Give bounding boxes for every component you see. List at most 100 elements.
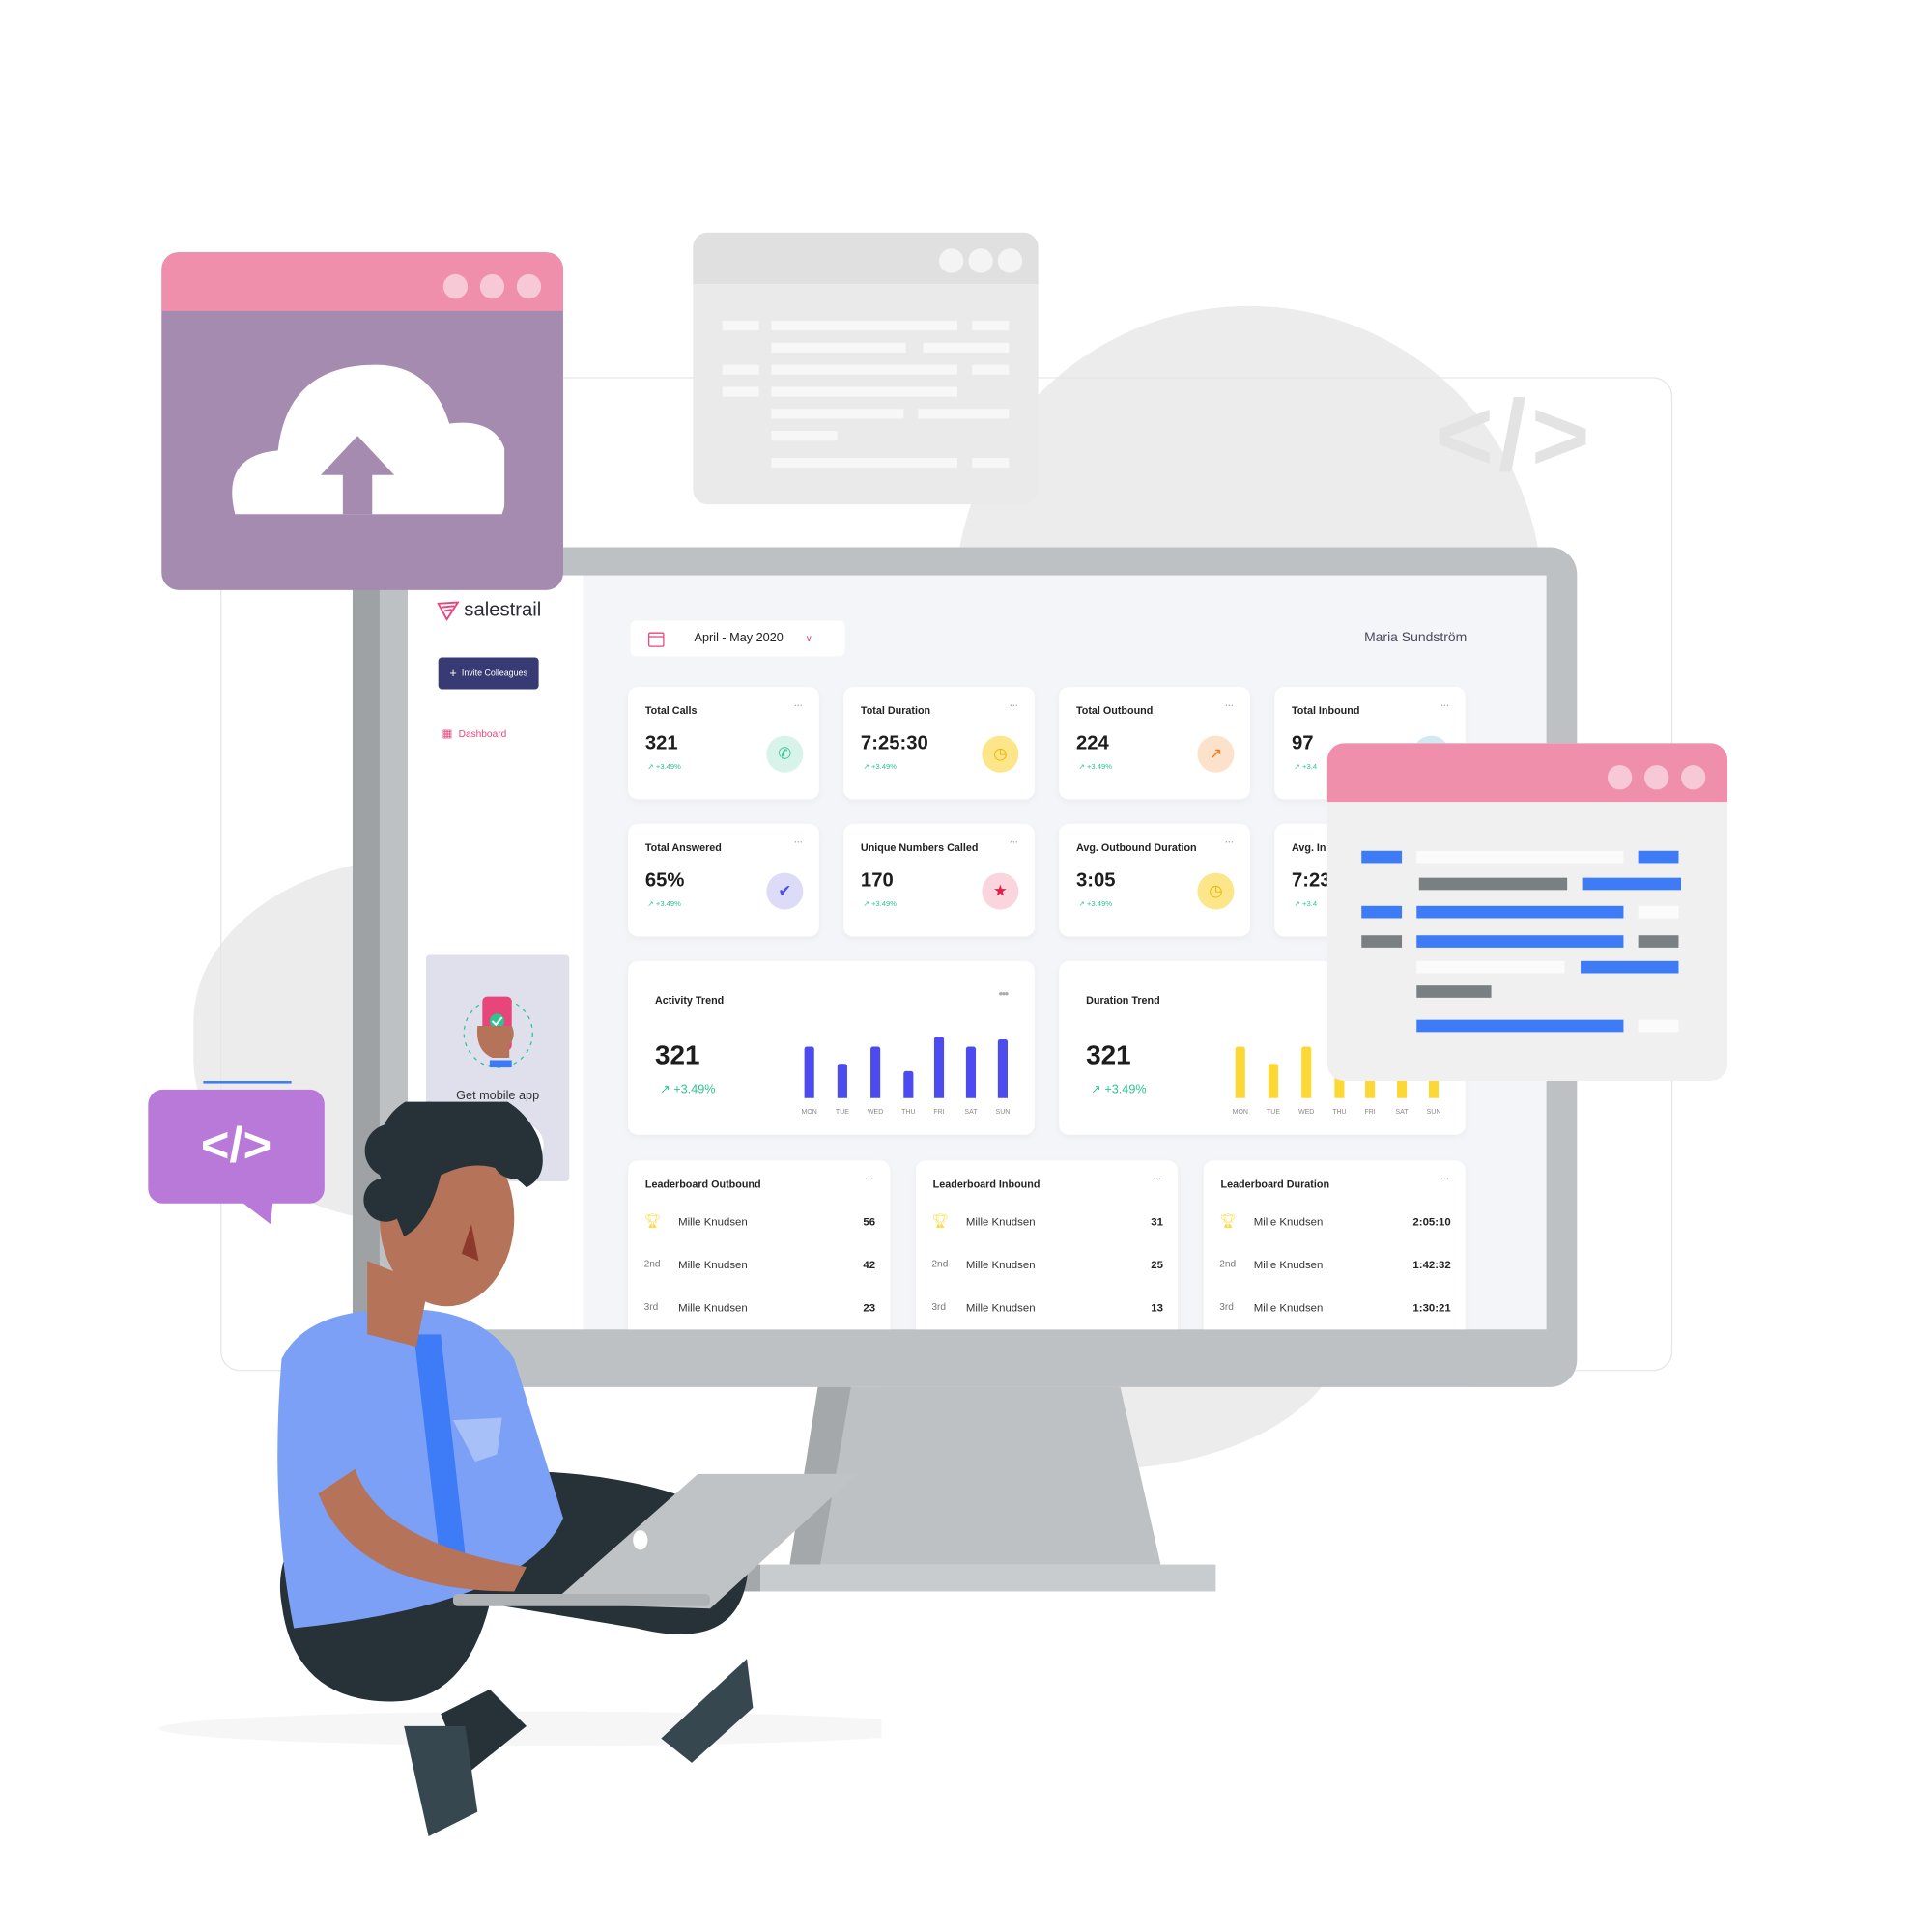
bar-wed bbox=[1301, 1046, 1312, 1098]
chevron-down-icon: ∨ bbox=[805, 633, 813, 644]
trend-title: Duration Trend bbox=[1086, 994, 1160, 1007]
stat-title: Total Inbound bbox=[1292, 703, 1360, 717]
stat-title: Avg. In bbox=[1292, 840, 1326, 854]
trend-value: 321 bbox=[655, 1038, 700, 1070]
day-label: SAT bbox=[1395, 1109, 1409, 1117]
person-with-laptop bbox=[158, 1101, 882, 1836]
leaderboard-row[interactable]: 🏆︎ Mille Knudsen 31 bbox=[916, 1214, 1178, 1235]
logo-text: salestrail bbox=[464, 599, 542, 621]
more-options-icon[interactable]: ··· bbox=[1440, 699, 1449, 713]
stat-value: 170 bbox=[860, 870, 894, 892]
stat-card: Total Duration ··· 7:25:30 ↗ +3.49% ◷ bbox=[843, 686, 1035, 800]
agent-name: Mille Knudsen bbox=[965, 1301, 1036, 1314]
stat-value: 7:23 bbox=[1292, 870, 1331, 892]
invite-label: Invite Colleagues bbox=[461, 668, 527, 678]
trend-value: 321 bbox=[1086, 1038, 1131, 1070]
stat-value: 97 bbox=[1292, 733, 1314, 754]
leaderboard-row[interactable]: 2nd Mille Knudsen 25 bbox=[916, 1259, 1178, 1278]
logo[interactable]: salestrail bbox=[437, 600, 541, 622]
bar-sun bbox=[997, 1038, 1008, 1098]
bar-fri bbox=[933, 1037, 945, 1098]
leaderboard-row[interactable]: 3rd Mille Knudsen 13 bbox=[916, 1301, 1178, 1321]
cloud-upload-icon bbox=[232, 364, 505, 515]
stat-value: 65% bbox=[644, 870, 685, 892]
phone-hand-icon bbox=[463, 996, 533, 1068]
stat-change: ↗ +3.4 bbox=[1294, 900, 1318, 909]
rank-label: 2nd bbox=[931, 1258, 949, 1270]
day-label: FRI bbox=[933, 1109, 945, 1117]
stat-change-value: +3.49% bbox=[870, 763, 897, 772]
day-label: MON bbox=[1232, 1109, 1248, 1117]
rank-label: 3rd bbox=[931, 1301, 947, 1313]
day-label: SUN bbox=[995, 1109, 1011, 1117]
stat-change-value: +3.49% bbox=[655, 900, 681, 909]
leaderboard-title: Leaderboard Inbound bbox=[932, 1178, 1041, 1190]
plus-icon: + bbox=[449, 667, 457, 680]
sidebar-item-dashboard[interactable]: ▦ Dashboard bbox=[442, 727, 506, 741]
leaderboard-row[interactable]: 3rd Mille Knudsen 1:30:21 bbox=[1204, 1301, 1466, 1321]
more-options-icon[interactable]: ··· bbox=[1153, 1173, 1162, 1186]
stat-card: Total Calls ··· 321 ↗ +3.49% ✆ bbox=[628, 686, 819, 800]
more-options-icon[interactable]: ··· bbox=[1440, 1173, 1449, 1186]
bar-mon bbox=[1235, 1046, 1245, 1098]
stat-value: 7:25:30 bbox=[860, 733, 928, 754]
leaderboard-row[interactable]: 🏆︎ Mille Knudsen 2:05:10 bbox=[1204, 1214, 1466, 1235]
clock-icon: ◷ bbox=[1197, 872, 1235, 910]
agent-name: Mille Knudsen bbox=[1253, 1215, 1324, 1229]
stat-change-value: +3.49% bbox=[1086, 900, 1113, 909]
stat-change: ↗ +3.49% bbox=[647, 900, 681, 909]
date-range-picker[interactable]: April - May 2020 ∨ bbox=[630, 620, 845, 657]
more-options-icon[interactable]: ··· bbox=[1224, 699, 1234, 713]
user-name[interactable]: Maria Sundström bbox=[1364, 631, 1467, 645]
stat-change-value: +3.4 bbox=[1302, 900, 1318, 909]
stat-card: Total Outbound ··· 224 ↗ +3.49% ↗ bbox=[1059, 686, 1250, 800]
stat-change: ↗ +3.49% bbox=[863, 763, 897, 772]
agent-value: 13 bbox=[1151, 1301, 1163, 1314]
outgoing-call-icon: ↗ bbox=[1197, 735, 1235, 773]
decor-line bbox=[203, 1081, 292, 1084]
stat-card: Avg. Outbound Duration ··· 3:05 ↗ +3.49%… bbox=[1059, 823, 1250, 937]
check-icon: ✔ bbox=[766, 872, 804, 910]
agent-name: Mille Knudsen bbox=[965, 1258, 1036, 1271]
illustration: </> salestrail + Invite Colleagues ▦ Das… bbox=[0, 0, 1910, 1932]
bar-tue bbox=[837, 1064, 847, 1098]
day-label: WED bbox=[1298, 1109, 1315, 1117]
stat-change-value: +3.49% bbox=[1086, 763, 1113, 772]
leaderboard-card: Leaderboard Inbound ··· 🏆︎ Mille Knudsen 31 2… bbox=[915, 1160, 1179, 1330]
leaderboard-row[interactable]: 2nd Mille Knudsen 1:42:32 bbox=[1204, 1259, 1466, 1278]
invite-colleagues-button[interactable]: + Invite Colleagues bbox=[438, 657, 539, 690]
stat-title: Total Duration bbox=[860, 703, 931, 717]
calendar-icon bbox=[648, 631, 665, 647]
more-options-icon[interactable]: ··· bbox=[793, 699, 803, 713]
more-options-icon[interactable]: ••• bbox=[998, 988, 1009, 1002]
agent-name: Mille Knudsen bbox=[965, 1215, 1036, 1229]
logo-icon bbox=[437, 601, 460, 621]
cloud-upload-window bbox=[161, 252, 563, 590]
code-symbol-gray: </> bbox=[1435, 381, 1595, 493]
agent-name: Mille Knudsen bbox=[1253, 1258, 1324, 1271]
stat-value: 321 bbox=[644, 733, 678, 754]
gray-window bbox=[693, 232, 1039, 505]
day-label: TUE bbox=[1267, 1109, 1280, 1117]
trend-change: ↗ +3.49% bbox=[1091, 1083, 1147, 1097]
date-range-value: April - May 2020 bbox=[694, 631, 784, 645]
stat-change: ↗ +3.49% bbox=[647, 763, 681, 772]
more-options-icon[interactable]: ··· bbox=[793, 837, 803, 850]
trend-change-value: +3.49% bbox=[673, 1083, 716, 1097]
more-options-icon[interactable]: ··· bbox=[1009, 837, 1018, 850]
trend-title: Activity Trend bbox=[655, 994, 725, 1007]
stat-change-value: +3.49% bbox=[870, 900, 897, 909]
stat-title: Avg. Outbound Duration bbox=[1075, 840, 1197, 854]
trend-change-value: +3.49% bbox=[1104, 1083, 1147, 1097]
sidebar-item-label: Dashboard bbox=[458, 728, 507, 740]
stat-title: Total Calls bbox=[644, 703, 698, 717]
stat-change: ↗ +3.49% bbox=[863, 900, 897, 909]
stat-value: 3:05 bbox=[1075, 870, 1116, 892]
more-options-icon[interactable]: ··· bbox=[1009, 699, 1018, 713]
stat-change: ↗ +3.4 bbox=[1294, 763, 1318, 772]
more-options-icon[interactable]: ··· bbox=[1224, 837, 1234, 850]
agent-value: 1:30:21 bbox=[1412, 1301, 1451, 1314]
stat-card: Total Answered ··· 65% ↗ +3.49% ✔ bbox=[628, 823, 819, 937]
leaderboard-card: Leaderboard Duration ··· 🏆︎ Mille Knudsen 2:… bbox=[1203, 1160, 1466, 1330]
trophy-icon: 🏆︎ bbox=[1219, 1214, 1237, 1230]
